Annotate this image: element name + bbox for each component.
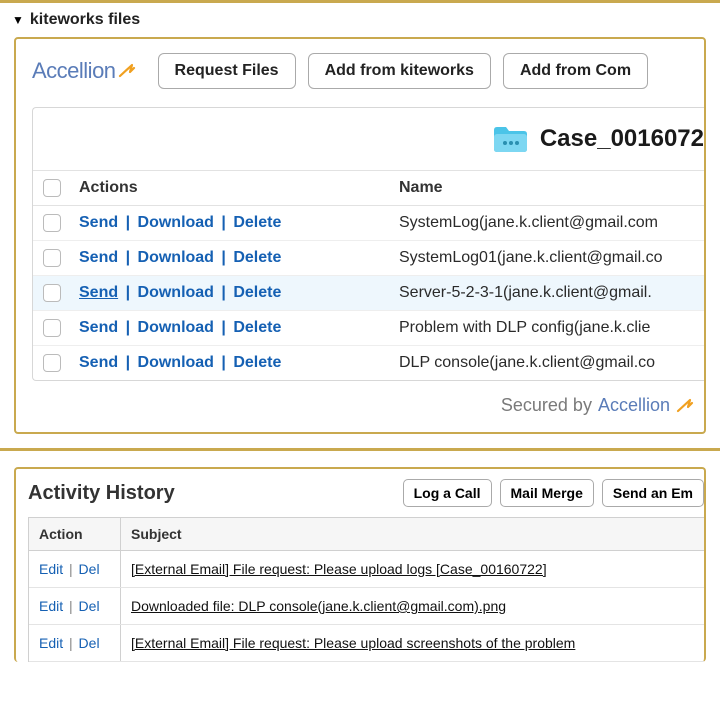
activity-row: Edit | Del [External Email] File request:… <box>29 551 704 588</box>
file-row: Send | Download | DeleteDLP console(jane… <box>33 346 704 380</box>
row-actions: Send | Download | Delete <box>79 354 399 372</box>
activity-row: Edit | Del [External Email] File request:… <box>29 625 704 662</box>
activity-header-action: Action <box>29 518 121 550</box>
kiteworks-panel: Accellion Request Files Add from kitewor… <box>14 37 706 434</box>
row-checkbox[interactable] <box>43 214 61 232</box>
activity-history-panel: Activity History Log a Call Mail Merge S… <box>14 467 706 662</box>
activity-subject[interactable]: Downloaded file: DLP console(jane.k.clie… <box>131 598 506 614</box>
file-name[interactable]: DLP console(jane.k.client@gmail.co <box>399 354 655 371</box>
delete-link[interactable]: Delete <box>233 354 281 371</box>
folder-icon <box>492 124 528 154</box>
activity-row-actions: Edit | Del <box>29 625 121 661</box>
activity-row-actions: Edit | Del <box>29 551 121 587</box>
accellion-logo: Accellion <box>32 58 146 84</box>
row-checkbox[interactable] <box>43 284 61 302</box>
del-link[interactable]: Del <box>79 598 100 614</box>
activity-table-header: Action Subject <box>29 518 704 551</box>
file-row: Send | Download | DeleteSystemLog(jane.k… <box>33 206 704 241</box>
download-link[interactable]: Download <box>138 249 214 266</box>
delete-link[interactable]: Delete <box>233 284 281 301</box>
select-all-checkbox[interactable] <box>43 179 61 197</box>
edit-link[interactable]: Edit <box>39 561 63 577</box>
delete-link[interactable]: Delete <box>233 214 281 231</box>
delete-link[interactable]: Delete <box>233 319 281 336</box>
send-link[interactable]: Send <box>79 284 118 301</box>
case-name: Case_0016072 <box>540 125 704 153</box>
row-actions: Send | Download | Delete <box>79 214 399 232</box>
brand-word: Accellion <box>32 58 116 84</box>
edit-link[interactable]: Edit <box>39 598 63 614</box>
mail-merge-button[interactable]: Mail Merge <box>500 479 594 507</box>
download-link[interactable]: Download <box>138 284 214 301</box>
twisty-down-icon: ▼ <box>12 13 24 27</box>
file-name[interactable]: SystemLog(jane.k.client@gmail.com <box>399 214 658 231</box>
row-checkbox[interactable] <box>43 354 61 372</box>
arrow-icon <box>118 62 136 80</box>
activity-subject[interactable]: [External Email] File request: Please up… <box>131 635 575 651</box>
log-call-button[interactable]: Log a Call <box>403 479 492 507</box>
send-link[interactable]: Send <box>79 354 118 371</box>
activity-subject[interactable]: [External Email] File request: Please up… <box>131 561 547 577</box>
row-actions: Send | Download | Delete <box>79 249 399 267</box>
activity-header: Activity History Log a Call Mail Merge S… <box>28 479 704 507</box>
case-title-row: Case_0016072 <box>33 108 704 171</box>
file-name[interactable]: Problem with DLP config(jane.k.clie <box>399 319 650 336</box>
download-link[interactable]: Download <box>138 354 214 371</box>
send-email-button[interactable]: Send an Em <box>602 479 704 507</box>
activity-row-actions: Edit | Del <box>29 588 121 624</box>
download-link[interactable]: Download <box>138 319 214 336</box>
toolbar: Accellion Request Files Add from kitewor… <box>32 53 704 89</box>
add-from-kiteworks-button[interactable]: Add from kiteworks <box>308 53 491 89</box>
secured-by-footer: Secured by Accellion <box>32 381 704 418</box>
panel-title: kiteworks files <box>30 11 140 29</box>
header-actions: Actions <box>79 179 399 197</box>
file-row: Send | Download | DeleteServer-5-2-3-1(j… <box>33 276 704 311</box>
header-name: Name <box>399 179 694 197</box>
activity-row: Edit | Del Downloaded file: DLP console(j… <box>29 588 704 625</box>
activity-header-subject: Subject <box>121 518 704 550</box>
file-list-panel: Case_0016072 Actions Name Send | Downloa… <box>32 107 704 381</box>
send-link[interactable]: Send <box>79 319 118 336</box>
add-from-com-button[interactable]: Add from Com <box>503 53 648 89</box>
activity-table: Action Subject Edit | Del [External Email… <box>28 517 704 662</box>
file-list-header: Actions Name <box>33 171 704 206</box>
send-link[interactable]: Send <box>79 249 118 266</box>
del-link[interactable]: Del <box>79 561 100 577</box>
row-actions: Send | Download | Delete <box>79 319 399 337</box>
file-name[interactable]: SystemLog01(jane.k.client@gmail.co <box>399 249 662 266</box>
secured-brand: Accellion <box>598 395 670 416</box>
secured-prefix: Secured by <box>501 395 592 416</box>
file-row: Send | Download | DeleteProblem with DLP… <box>33 311 704 346</box>
activity-title: Activity History <box>28 482 195 505</box>
arrow-icon <box>676 397 694 415</box>
download-link[interactable]: Download <box>138 214 214 231</box>
row-checkbox[interactable] <box>43 319 61 337</box>
edit-link[interactable]: Edit <box>39 635 63 651</box>
send-link[interactable]: Send <box>79 214 118 231</box>
request-files-button[interactable]: Request Files <box>158 53 296 89</box>
del-link[interactable]: Del <box>79 635 100 651</box>
file-row: Send | Download | DeleteSystemLog01(jane… <box>33 241 704 276</box>
row-checkbox[interactable] <box>43 249 61 267</box>
kiteworks-panel-header[interactable]: ▼ kiteworks files <box>0 3 720 37</box>
delete-link[interactable]: Delete <box>233 249 281 266</box>
file-name[interactable]: Server-5-2-3-1(jane.k.client@gmail. <box>399 284 652 301</box>
row-actions: Send | Download | Delete <box>79 284 399 302</box>
